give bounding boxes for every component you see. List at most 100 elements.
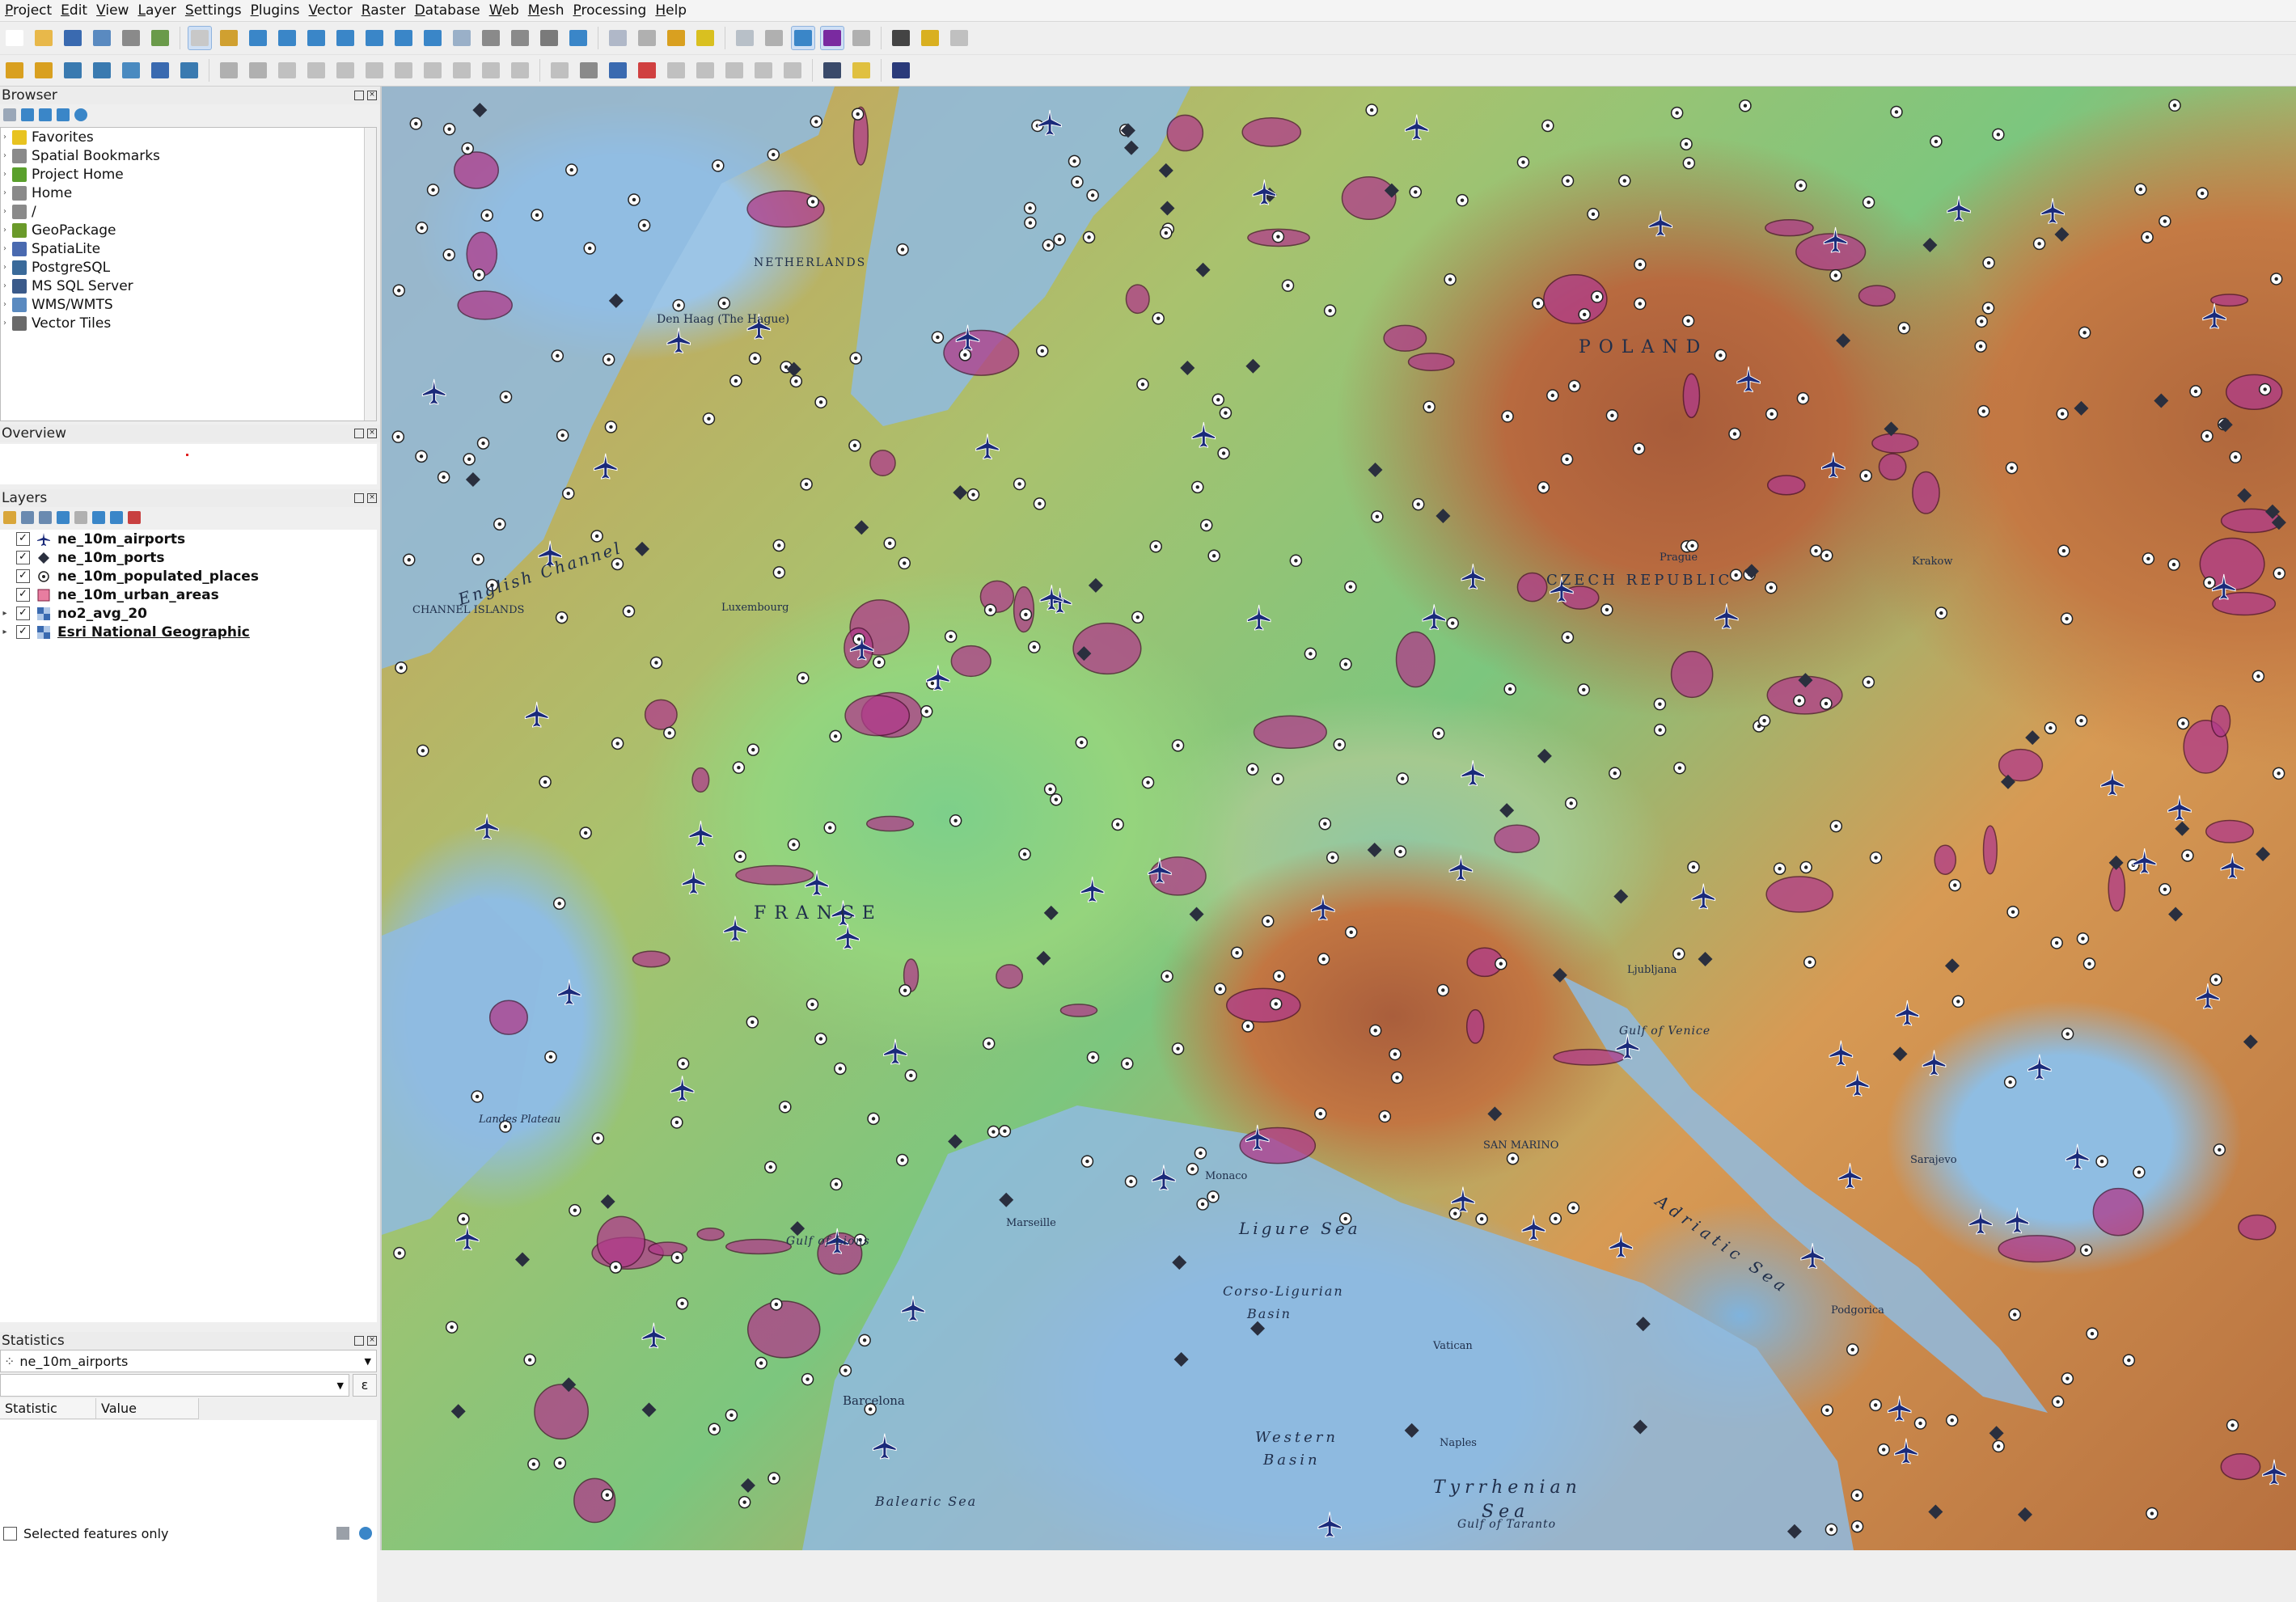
float-panel-icon[interactable] xyxy=(354,493,364,503)
layer-item[interactable]: ✓ ne_10m_airports xyxy=(0,530,377,548)
python-console-button[interactable] xyxy=(849,58,873,82)
data-source-manager-button[interactable] xyxy=(2,58,27,82)
filter-legend-icon[interactable] xyxy=(57,511,70,524)
digitize-button[interactable] xyxy=(90,58,114,82)
field-calculator-button[interactable] xyxy=(849,26,873,50)
new-bookmark-button[interactable] xyxy=(479,26,503,50)
collapse-all-icon[interactable] xyxy=(57,108,70,121)
browser-item[interactable]: › GeoPackage xyxy=(1,221,376,239)
layer-visibility-checkbox[interactable]: ✓ xyxy=(16,625,30,639)
paste-features-button[interactable] xyxy=(450,58,474,82)
move-label-button[interactable] xyxy=(664,58,688,82)
menu-layer[interactable]: Layer xyxy=(133,2,180,19)
globe-button[interactable] xyxy=(820,58,844,82)
zoom-out-button[interactable] xyxy=(275,26,299,50)
layer-item[interactable]: ✓ ne_10m_populated_places xyxy=(0,567,377,585)
expand-arrow-icon[interactable]: ▸ xyxy=(0,628,10,636)
help-button[interactable] xyxy=(889,58,913,82)
browser-item[interactable]: › / xyxy=(1,202,376,221)
browser-item[interactable]: › WMS/WMTS xyxy=(1,295,376,314)
float-panel-icon[interactable] xyxy=(354,91,364,100)
expand-arrow-icon[interactable]: › xyxy=(1,319,9,328)
close-panel-icon[interactable]: × xyxy=(367,1336,377,1346)
save-as-button[interactable] xyxy=(90,26,114,50)
expand-arrow-icon[interactable]: › xyxy=(1,244,9,253)
column-header-value[interactable]: Value xyxy=(96,1398,199,1419)
zoom-selection-button[interactable] xyxy=(333,26,357,50)
menu-project[interactable]: Project xyxy=(0,2,56,19)
layer-visibility-checkbox[interactable]: ✓ xyxy=(16,588,30,602)
layer-item[interactable]: ▸ ✓ no2_avg_20 xyxy=(0,604,377,623)
expand-arrow-icon[interactable]: › xyxy=(1,188,9,197)
annotation-button[interactable] xyxy=(918,26,942,50)
filter-icon[interactable] xyxy=(39,108,52,121)
filter-expression-icon[interactable] xyxy=(74,511,87,524)
manage-map-themes-icon[interactable] xyxy=(39,511,52,524)
new-shapefile-layer-button[interactable] xyxy=(61,58,85,82)
layer-item[interactable]: ✓ ne_10m_ports xyxy=(0,548,377,567)
menu-database[interactable]: Database xyxy=(410,2,484,19)
layer-item[interactable]: ✓ ne_10m_urban_areas xyxy=(0,585,377,604)
layer-visibility-checkbox[interactable]: ✓ xyxy=(16,569,30,583)
menu-edit[interactable]: Edit xyxy=(56,2,91,19)
zoom-next-button[interactable] xyxy=(450,26,474,50)
map-tips-button[interactable] xyxy=(947,26,971,50)
add-feature-button[interactable] xyxy=(304,58,328,82)
menu-processing[interactable]: Processing xyxy=(569,2,651,19)
pan-to-selection-button[interactable] xyxy=(217,26,241,50)
browser-item[interactable]: › SpatiaLite xyxy=(1,239,376,258)
menu-settings[interactable]: Settings xyxy=(180,2,246,19)
deselect-button[interactable] xyxy=(693,26,717,50)
browser-item[interactable]: › PostgreSQL xyxy=(1,258,376,277)
map-canvas[interactable]: English Channel FRANCE Ligure Sea Corso-Lig… xyxy=(382,87,2296,1550)
label-show-hide-button[interactable] xyxy=(780,58,805,82)
expand-arrow-icon[interactable]: › xyxy=(1,226,9,235)
add-group-icon[interactable] xyxy=(21,511,34,524)
measure-button[interactable] xyxy=(733,26,757,50)
show-bookmarks-button[interactable] xyxy=(508,26,532,50)
expand-arrow-icon[interactable]: › xyxy=(1,281,9,290)
layer-visibility-checkbox[interactable]: ✓ xyxy=(16,551,30,564)
expand-arrow-icon[interactable]: › xyxy=(1,300,9,309)
expand-arrow-icon[interactable]: ▸ xyxy=(0,609,10,618)
toggle-editing-button[interactable] xyxy=(246,58,270,82)
temporal-controller-button[interactable] xyxy=(537,26,561,50)
add-selected-icon[interactable] xyxy=(3,108,16,121)
refresh-icon[interactable] xyxy=(359,1527,372,1540)
expression-button[interactable]: ε xyxy=(353,1374,377,1397)
browser-item[interactable]: › Spatial Bookmarks xyxy=(1,146,376,165)
collapse-all-icon[interactable] xyxy=(110,511,123,524)
expand-arrow-icon[interactable]: › xyxy=(1,170,9,179)
browser-scrollbar[interactable] xyxy=(364,128,376,421)
vertex-tool-button[interactable] xyxy=(333,58,357,82)
float-panel-icon[interactable] xyxy=(354,1336,364,1346)
statistics-layer-select[interactable]: ⁘ ne_10m_airports ▼ xyxy=(0,1350,377,1372)
expand-arrow-icon[interactable]: › xyxy=(1,207,9,216)
float-panel-icon[interactable] xyxy=(354,429,364,438)
statistics-field-select[interactable]: ▼ xyxy=(0,1374,349,1397)
menu-raster[interactable]: Raster xyxy=(357,2,410,19)
cut-features-button[interactable] xyxy=(391,58,416,82)
expand-arrow-icon[interactable]: › xyxy=(1,133,9,142)
new-temporary-layer-button[interactable] xyxy=(119,58,143,82)
menu-web[interactable]: Web xyxy=(484,2,523,19)
refresh-icon[interactable] xyxy=(21,108,34,121)
add-raster-button[interactable] xyxy=(148,58,172,82)
selected-only-checkbox[interactable] xyxy=(3,1526,17,1541)
new-project-button[interactable] xyxy=(2,26,27,50)
close-panel-icon[interactable]: × xyxy=(367,429,377,438)
add-vector-button[interactable] xyxy=(177,58,201,82)
save-edits-button[interactable] xyxy=(275,58,299,82)
style-icon[interactable] xyxy=(3,511,16,524)
pan-map-button[interactable] xyxy=(188,26,212,50)
label-history-button[interactable] xyxy=(751,58,776,82)
browser-item[interactable]: › Vector Tiles xyxy=(1,314,376,332)
browser-item[interactable]: › Favorites xyxy=(1,128,376,146)
close-panel-icon[interactable]: × xyxy=(367,493,377,503)
copy-icon[interactable] xyxy=(336,1527,349,1540)
layer-visibility-checkbox[interactable]: ✓ xyxy=(16,607,30,620)
redo-button[interactable] xyxy=(508,58,532,82)
zoom-in-button[interactable] xyxy=(246,26,270,50)
menu-plugins[interactable]: Plugins xyxy=(246,2,304,19)
highlight-labels-button[interactable] xyxy=(635,58,659,82)
